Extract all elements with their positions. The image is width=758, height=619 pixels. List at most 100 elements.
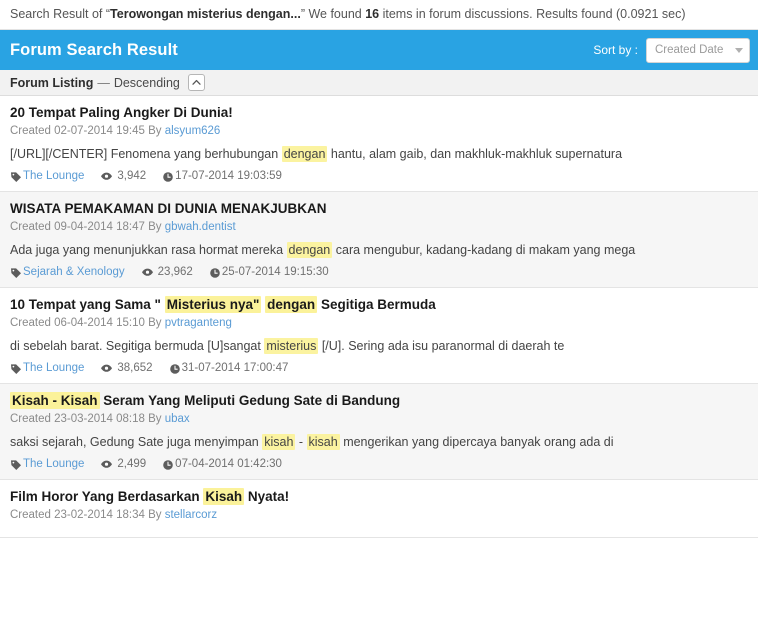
meta-category-label[interactable]: The Lounge	[23, 457, 84, 472]
result-snippet: saksi sejarah, Gedung Sate juga menyimpa…	[10, 434, 748, 451]
meta-timestamp-value: 31-07-2014 17:00:47	[181, 362, 289, 374]
eye-icon	[141, 267, 154, 278]
highlighted-term: kisah	[306, 434, 340, 450]
meta-timestamp-value: 07-04-2014 01:42:30	[175, 458, 282, 470]
summary-suffix: items in forum discussions. Results foun…	[379, 7, 686, 21]
meta-timestamp: 31-07-2014 17:00:47	[169, 361, 289, 376]
highlighted-term: dengan	[281, 146, 328, 162]
summary-mid: ” We found	[300, 7, 366, 21]
result-snippet: Ada juga yang menunjukkan rasa hormat me…	[10, 242, 748, 259]
meta-category-label[interactable]: The Lounge	[23, 169, 84, 184]
result-created: Created 02-07-2014 19:45 By alsyum626	[10, 123, 748, 139]
result-author-link[interactable]: pvtraganteng	[165, 317, 232, 329]
result-created: Created 23-02-2014 18:34 By stellarcorz	[10, 507, 748, 523]
meta-views: 2,499	[100, 457, 146, 472]
eye-icon	[100, 363, 113, 374]
result-title[interactable]: 10 Tempat yang Sama " Misterius nya" den…	[10, 295, 748, 314]
created-date-text: Created 06-04-2014 15:10 By	[10, 317, 165, 329]
plain-text: cara mengubur, kadang-kadang di makam ya…	[332, 243, 636, 257]
clock-icon	[162, 171, 174, 183]
eye-icon	[100, 171, 113, 182]
result-title[interactable]: WISATA PEMAKAMAN DI DUNIA MENAKJUBKAN	[10, 199, 748, 218]
highlighted-term: dengan	[286, 242, 333, 258]
meta-timestamp: 17-07-2014 19:03:59	[162, 169, 282, 184]
sort-by-label: Sort by :	[593, 43, 638, 57]
sort-by-select[interactable]: Created Date	[646, 37, 750, 63]
tag-icon	[10, 267, 22, 279]
result-created: Created 06-04-2014 15:10 By pvtraganteng	[10, 315, 748, 331]
created-date-text: Created 23-03-2014 08:18 By	[10, 413, 165, 425]
plain-text: hantu, alam gaib, dan makhluk-makhluk su…	[327, 147, 623, 161]
tag-icon	[10, 459, 22, 471]
tag-icon	[10, 171, 22, 183]
plain-text: Film Horor Yang Berdasarkan	[10, 489, 204, 504]
created-date-text: Created 23-02-2014 18:34 By	[10, 509, 165, 521]
result-item[interactable]: Kisah - Kisah Seram Yang Meliputi Gedung…	[0, 384, 758, 480]
plain-text: Ada juga yang menunjukkan rasa hormat me…	[10, 243, 287, 257]
plain-text: Seram Yang Meliputi Gedung Sate di Bandu…	[99, 393, 401, 408]
meta-views-count: 2,499	[117, 458, 147, 470]
meta-category[interactable]: Sejarah & Xenology	[10, 265, 125, 280]
meta-category-label[interactable]: Sejarah & Xenology	[23, 265, 125, 280]
listing-bar: Forum Listing — Descending	[0, 70, 758, 96]
meta-category[interactable]: The Lounge	[10, 361, 84, 376]
result-item[interactable]: 20 Tempat Paling Angker Di Dunia! Created…	[0, 96, 758, 192]
result-author-link[interactable]: gbwah.dentist	[165, 221, 236, 233]
listing-dash: —	[97, 75, 110, 90]
meta-views-count: 38,652	[117, 362, 153, 374]
sort-direction-toggle[interactable]	[187, 74, 205, 91]
sort-by-value: Created Date	[655, 44, 724, 56]
result-title[interactable]: Kisah - Kisah Seram Yang Meliputi Gedung…	[10, 391, 748, 410]
plain-text: di sebelah barat. Segitiga bermuda [U]sa…	[10, 339, 265, 353]
results-list: 20 Tempat Paling Angker Di Dunia! Created…	[0, 96, 758, 538]
result-author-link[interactable]: alsyum626	[165, 125, 221, 137]
result-snippet: di sebelah barat. Segitiga bermuda [U]sa…	[10, 338, 748, 355]
plain-text: Nyata!	[244, 489, 290, 504]
plain-text: 10 Tempat yang Sama "	[10, 297, 165, 312]
result-item[interactable]: WISATA PEMAKAMAN DI DUNIA MENAKJUBKAN Cre…	[0, 192, 758, 288]
highlighted-term: Kisah - Kisah	[10, 392, 100, 409]
highlighted-term: kisah	[262, 434, 296, 450]
result-meta: Sejarah & Xenology 23,962 25-07-2014 19:15…	[10, 265, 748, 280]
meta-views-count: 23,962	[157, 266, 193, 278]
sort-control: Sort by : Created Date	[593, 37, 750, 63]
result-item[interactable]: Film Horor Yang Berdasarkan Kisah Nyata!…	[0, 480, 758, 538]
meta-views: 23,962	[141, 265, 193, 280]
meta-timestamp: 07-04-2014 01:42:30	[162, 457, 282, 472]
chevron-down-icon	[735, 47, 743, 53]
result-author-link[interactable]: stellarcorz	[165, 509, 217, 521]
highlighted-term: dengan	[265, 296, 318, 313]
highlighted-term: misterius	[264, 338, 319, 354]
plain-text: Segitiga Bermuda	[317, 297, 436, 312]
result-created: Created 09-04-2014 18:47 By gbwah.dentis…	[10, 219, 748, 235]
meta-views: 3,942	[100, 169, 146, 184]
created-date-text: Created 02-07-2014 19:45 By	[10, 125, 165, 137]
plain-text: [/URL][/CENTER] Fenomena yang berhubunga…	[10, 147, 282, 161]
result-author-link[interactable]: ubax	[165, 413, 190, 425]
plain-text: mengerikan yang dipercaya banyak orang a…	[339, 435, 614, 449]
result-title[interactable]: 20 Tempat Paling Angker Di Dunia!	[10, 103, 748, 122]
meta-timestamp-value: 25-07-2014 19:15:30	[221, 266, 329, 278]
meta-timestamp: 25-07-2014 19:15:30	[209, 265, 329, 280]
meta-category-label[interactable]: The Lounge	[23, 361, 84, 376]
clock-icon	[209, 267, 221, 279]
chevron-up-icon	[192, 79, 201, 85]
eye-icon	[100, 459, 113, 470]
meta-views-count: 3,942	[117, 170, 147, 182]
meta-timestamp-value: 17-07-2014 19:03:59	[175, 170, 282, 182]
page-title: Forum Search Result	[10, 40, 178, 59]
tag-icon	[10, 363, 22, 375]
panel-header: Forum Search Result Sort by : Created Da…	[0, 30, 758, 70]
meta-views: 38,652	[100, 361, 153, 376]
search-summary-bar: Search Result of “Terowongan misterius d…	[0, 0, 758, 30]
listing-label: Forum Listing	[10, 75, 94, 90]
meta-category[interactable]: The Lounge	[10, 457, 84, 472]
plain-text: WISATA PEMAKAMAN DI DUNIA MENAKJUBKAN	[10, 201, 327, 216]
result-snippet: [/URL][/CENTER] Fenomena yang berhubunga…	[10, 146, 748, 163]
meta-category[interactable]: The Lounge	[10, 169, 84, 184]
result-title[interactable]: Film Horor Yang Berdasarkan Kisah Nyata!	[10, 487, 748, 506]
search-query-text: Terowongan misterius dengan...	[110, 7, 301, 21]
result-created: Created 23-03-2014 08:18 By ubax	[10, 411, 748, 427]
result-item[interactable]: 10 Tempat yang Sama " Misterius nya" den…	[0, 288, 758, 384]
result-count: 16	[365, 7, 380, 21]
